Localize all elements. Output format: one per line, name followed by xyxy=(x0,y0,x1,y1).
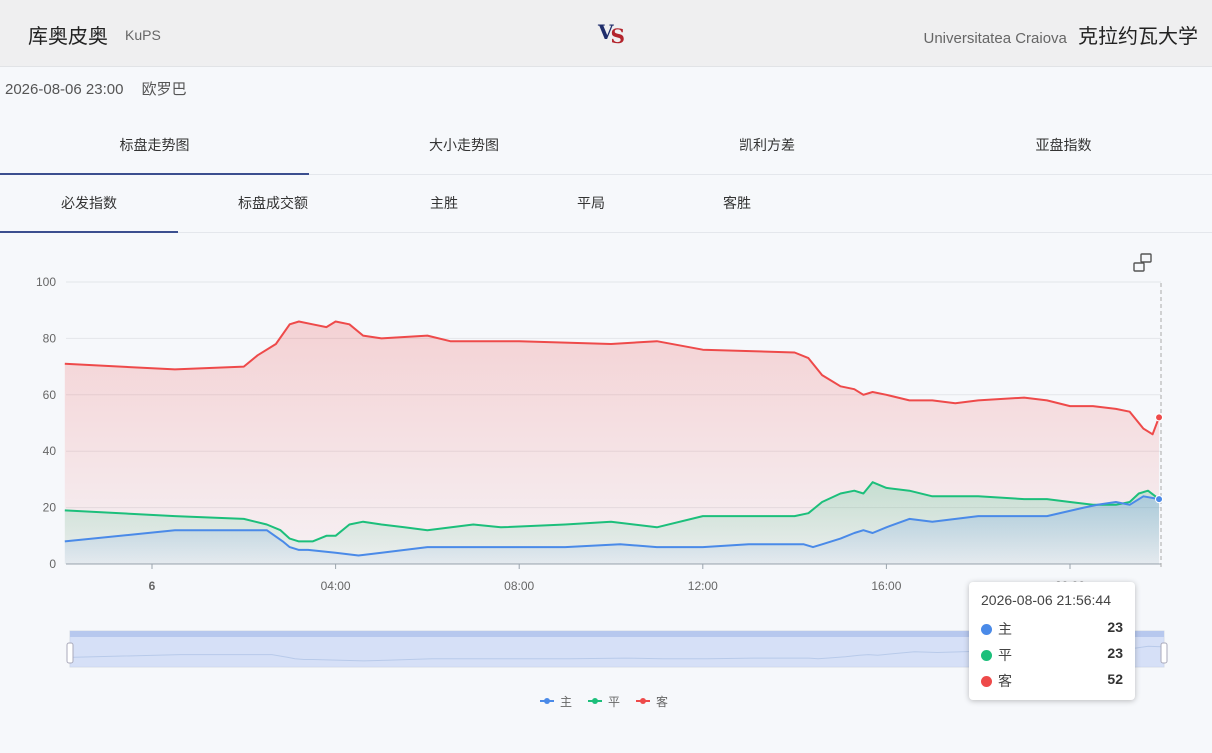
vs-logo: VS xyxy=(598,20,625,48)
tab-draw[interactable]: 平局 xyxy=(520,176,662,232)
tooltip-row-draw: 平 23 xyxy=(981,645,1123,665)
secondary-tabs: 必发指数 标盘成交额 主胜 平局 客胜 xyxy=(0,176,1212,233)
tab-betfair-index[interactable]: 必发指数 xyxy=(0,176,178,233)
y-tick-label: 40 xyxy=(43,444,57,458)
home-team-en-name: KuPS xyxy=(125,27,161,43)
y-tick-label: 20 xyxy=(43,501,57,515)
legend-home-label: 主 xyxy=(560,695,572,709)
series-home-point xyxy=(1155,495,1164,504)
y-tick-label: 100 xyxy=(36,275,56,289)
restore-icon[interactable] xyxy=(1133,253,1152,272)
chart-legend: 主平客 xyxy=(540,694,668,709)
match-info: 2026-08-06 23:00 欧罗巴 xyxy=(5,78,201,99)
restore-icon-back xyxy=(1133,262,1145,272)
legend-item-home[interactable]: 主 xyxy=(540,695,572,709)
tab-turnover[interactable]: 标盘成交额 xyxy=(178,176,368,232)
legend-draw-label: 平 xyxy=(608,695,620,709)
tab-odds-trend[interactable]: 标盘走势图 xyxy=(0,118,309,175)
tab-asian-handicap[interactable]: 亚盘指数 xyxy=(915,118,1212,174)
restore-icon-front xyxy=(1140,253,1152,263)
away-team-en-name: Universitatea Craiova xyxy=(923,30,1067,47)
tab-over-under-trend[interactable]: 大小走势图 xyxy=(309,118,619,174)
tab-home-win[interactable]: 主胜 xyxy=(368,176,520,232)
legend-away-label: 客 xyxy=(656,694,668,709)
tooltip-home-label: 主 xyxy=(998,621,1012,637)
tooltip-away-value: 52 xyxy=(1107,671,1123,687)
chart-tooltip: 2026-08-06 21:56:44 主 23 平 23 客 52 xyxy=(969,582,1135,700)
y-tick-label: 80 xyxy=(43,331,57,345)
match-datetime: 2026-08-06 23:00 xyxy=(5,81,124,98)
x-tick-label: 6 xyxy=(149,579,156,593)
tooltip-draw-label: 平 xyxy=(998,647,1012,663)
legend-item-draw[interactable]: 平 xyxy=(588,695,620,709)
x-tick-label: 08:00 xyxy=(504,579,534,593)
away-team-name: 克拉约瓦大学 xyxy=(1078,24,1198,48)
tooltip-home-value: 23 xyxy=(1107,619,1123,635)
tooltip-away-dot xyxy=(981,676,992,687)
tab-away-win[interactable]: 客胜 xyxy=(662,176,812,232)
tooltip-row-home: 主 23 xyxy=(981,619,1123,639)
series-away-point xyxy=(1155,413,1164,422)
x-tick-label: 16:00 xyxy=(871,579,901,593)
primary-tabs: 标盘走势图 大小走势图 凯利方差 亚盘指数 xyxy=(0,118,1212,175)
tooltip-draw-dot xyxy=(981,650,992,661)
home-team-name: 库奥皮奥 xyxy=(28,24,108,48)
x-tick-label: 04:00 xyxy=(321,579,351,593)
legend-draw-marker xyxy=(592,698,598,704)
tooltip-away-label: 客 xyxy=(998,673,1012,689)
y-tick-label: 0 xyxy=(49,557,56,571)
vs-logo-v: V xyxy=(598,20,613,44)
tooltip-time: 2026-08-06 21:56:44 xyxy=(981,592,1111,608)
tooltip-row-away: 客 52 xyxy=(981,671,1123,691)
away-team: Universitatea Craiova 克拉约瓦大学 xyxy=(924,20,1199,49)
vs-logo-s: S xyxy=(610,24,626,48)
match-header: 库奥皮奥 KuPS VS Universitatea Craiova 克拉约瓦大… xyxy=(0,0,1212,67)
tab-kelly-variance[interactable]: 凯利方差 xyxy=(619,118,915,174)
legend-away-marker xyxy=(640,698,646,704)
datazoom-right-handle[interactable] xyxy=(1160,642,1168,664)
match-league: 欧罗巴 xyxy=(141,81,187,98)
datazoom-left-handle[interactable] xyxy=(66,642,74,664)
tooltip-home-dot xyxy=(981,624,992,635)
legend-item-away[interactable]: 客 xyxy=(636,694,668,709)
y-tick-label: 60 xyxy=(43,388,57,402)
x-tick-label: 12:00 xyxy=(688,579,718,593)
tooltip-draw-value: 23 xyxy=(1107,645,1123,661)
legend-home-marker xyxy=(544,698,550,704)
